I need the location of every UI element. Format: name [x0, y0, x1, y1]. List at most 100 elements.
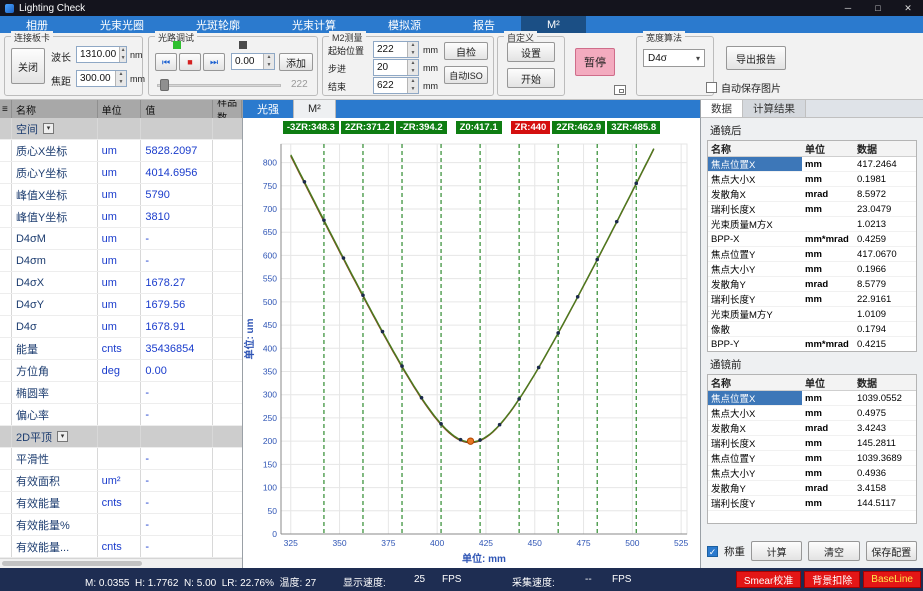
spinner-down-icon[interactable]: ▼: [116, 79, 126, 87]
wavelength-input[interactable]: 1310.00 ▲▼: [76, 46, 127, 63]
spinner-down-icon[interactable]: ▼: [120, 55, 126, 63]
save-config-button[interactable]: 保存配置: [866, 541, 917, 561]
left-table-row[interactable]: 平滑性-: [0, 448, 242, 470]
end-input[interactable]: 622 ▲▼: [373, 77, 419, 94]
position-slider[interactable]: [157, 79, 281, 91]
left-table-row[interactable]: 有效能量%-: [0, 514, 242, 536]
result-table-row[interactable]: 焦点位置Xmm417.2464: [708, 157, 916, 172]
left-table-row[interactable]: 有效能量...cnts-: [0, 536, 242, 558]
spinner-down-icon[interactable]: ▼: [408, 68, 418, 76]
spinner-down-icon[interactable]: ▼: [408, 86, 418, 94]
spinner-up-icon[interactable]: ▲: [116, 71, 126, 79]
chart-tab-光强[interactable]: 光强: [243, 100, 293, 118]
result-table-row[interactable]: 瑞利长度Ymm22.9161: [708, 292, 916, 307]
result-table-row[interactable]: 光束质量M方X1.0213: [708, 217, 916, 232]
status-button-背景扣除[interactable]: 背景扣除: [804, 571, 860, 588]
left-table-row[interactable]: 质心X坐标um5828.2097: [0, 140, 242, 162]
maximize-button[interactable]: □: [863, 0, 893, 16]
result-table-row[interactable]: 瑞利长度Xmm145.2811: [708, 436, 916, 451]
left-table-row[interactable]: 有效面积um²-: [0, 470, 242, 492]
result-table-row[interactable]: 焦点位置Ymm1039.3689: [708, 451, 916, 466]
spinner-up-icon[interactable]: ▲: [264, 54, 274, 62]
spinner-up-icon[interactable]: ▲: [120, 47, 126, 55]
auto-iso-button[interactable]: 自动ISO: [444, 66, 488, 84]
header-value[interactable]: 值: [141, 100, 213, 118]
export-report-button[interactable]: 导出报告: [726, 46, 786, 70]
header-samples[interactable]: 样品数: [213, 100, 242, 118]
title-bar[interactable]: Lighting Check ─ □ ✕: [0, 0, 923, 16]
left-table-row[interactable]: 方位角deg0.00: [0, 360, 242, 382]
scrollbar-thumb[interactable]: [2, 561, 142, 566]
left-table-row[interactable]: 椭圆率-: [0, 382, 242, 404]
header-unit[interactable]: 单位: [98, 100, 142, 118]
result-table-row[interactable]: 发散角Ymrad8.5779: [708, 277, 916, 292]
spinner-icon[interactable]: ▲▼: [263, 54, 274, 69]
results-tab-数据[interactable]: 数据: [701, 100, 743, 117]
chart-tab-M²[interactable]: M²: [293, 100, 336, 118]
debug-position-input[interactable]: 0.00 ▲▼: [231, 53, 275, 70]
add-button[interactable]: 添加: [279, 53, 313, 71]
result-table-row[interactable]: 焦点大小Xmm0.1981: [708, 172, 916, 187]
left-table-section-row[interactable]: 2D平顶▾: [0, 426, 242, 448]
left-table-row[interactable]: 偏心率-: [0, 404, 242, 426]
left-table-row[interactable]: 有效能量cnts-: [0, 492, 242, 514]
result-table-row[interactable]: 光束质量M方Y1.0109: [708, 307, 916, 322]
settings-button[interactable]: 设置: [507, 42, 555, 62]
result-table-row[interactable]: 发散角Xmrad8.5972: [708, 187, 916, 202]
spinner-up-icon[interactable]: ▲: [408, 60, 418, 68]
close-button[interactable]: ✕: [893, 0, 923, 16]
menu-tab-模拟源[interactable]: 模拟源: [362, 16, 447, 33]
step-back-button[interactable]: ⏮: [155, 53, 177, 71]
start-measure-button[interactable]: 开始: [507, 68, 555, 88]
stop-button[interactable]: ■: [179, 53, 201, 71]
result-table-row[interactable]: 瑞利长度Ymm144.5117: [708, 496, 916, 511]
spinner-up-icon[interactable]: ▲: [408, 42, 418, 50]
spinner-icon[interactable]: ▲▼: [407, 78, 418, 93]
focal-input[interactable]: 300.00 ▲▼: [76, 70, 127, 87]
collapse-icon[interactable]: ▾: [43, 123, 54, 134]
left-table-row[interactable]: D4σum1678.91: [0, 316, 242, 338]
result-table-row[interactable]: 焦点大小Ymm0.1966: [708, 262, 916, 277]
auto-save-checkbox[interactable]: [706, 82, 717, 93]
step-input[interactable]: 20 ▲▼: [373, 59, 419, 76]
result-table-row[interactable]: 焦点大小Xmm0.4975: [708, 406, 916, 421]
slider-thumb[interactable]: [160, 79, 169, 91]
step-forward-button[interactable]: ⏭: [203, 53, 225, 71]
start-pos-input[interactable]: 222 ▲▼: [373, 41, 419, 58]
spinner-icon[interactable]: ▲▼: [119, 47, 126, 62]
width-algorithm-select[interactable]: D4σ ▾: [643, 49, 705, 67]
spinner-down-icon[interactable]: ▼: [264, 62, 274, 70]
header-name[interactable]: 名称: [12, 100, 98, 118]
result-table-row[interactable]: 瑞利长度Xmm23.0479: [708, 202, 916, 217]
result-table-row[interactable]: 像散0.1794: [708, 322, 916, 337]
left-table-row[interactable]: D4σMum-: [0, 228, 242, 250]
left-table-row[interactable]: 峰值X坐标um5790: [0, 184, 242, 206]
caustic-chart[interactable]: 0501001502002503003504004505005506006507…: [243, 136, 701, 568]
spinner-up-icon[interactable]: ▲: [408, 78, 418, 86]
left-table-row[interactable]: 峰值Y坐标um3810: [0, 206, 242, 228]
minimize-button[interactable]: ─: [833, 0, 863, 16]
results-tab-计算结果[interactable]: 计算结果: [743, 100, 806, 117]
result-table-row[interactable]: 焦点大小Ymm0.4936: [708, 466, 916, 481]
left-table-row[interactable]: 能量cnts35436854: [0, 338, 242, 360]
spinner-icon[interactable]: ▲▼: [407, 42, 418, 57]
spinner-icon[interactable]: ▲▼: [407, 60, 418, 75]
status-button-BaseLine[interactable]: BaseLine: [863, 571, 921, 588]
result-table-row[interactable]: 发散角Ymrad3.4158: [708, 481, 916, 496]
left-table-row[interactable]: D4σYum1679.56: [0, 294, 242, 316]
result-table-row[interactable]: 焦点位置Xmm1039.0552: [708, 391, 916, 406]
self-test-button[interactable]: 自检: [444, 42, 488, 60]
status-button-Smear校准[interactable]: Smear校准: [736, 571, 801, 588]
left-table-section-row[interactable]: 空间▾: [0, 118, 242, 140]
spinner-down-icon[interactable]: ▼: [408, 50, 418, 58]
left-table-row[interactable]: 质心Y坐标um4014.6956: [0, 162, 242, 184]
left-table-row[interactable]: D4σmum-: [0, 250, 242, 272]
spinner-icon[interactable]: ▲▼: [115, 71, 126, 86]
result-table-row[interactable]: 发散角Xmrad3.4243: [708, 421, 916, 436]
left-table-row[interactable]: D4σXum1678.27: [0, 272, 242, 294]
pause-button[interactable]: 暂停: [575, 48, 615, 76]
collapse-icon[interactable]: ▾: [57, 431, 68, 442]
result-table-row[interactable]: 焦点位置Ymm417.0670: [708, 247, 916, 262]
result-table-row[interactable]: BPP-Ymm*mrad0.4215: [708, 337, 916, 352]
clear-button[interactable]: 清空: [808, 541, 859, 561]
